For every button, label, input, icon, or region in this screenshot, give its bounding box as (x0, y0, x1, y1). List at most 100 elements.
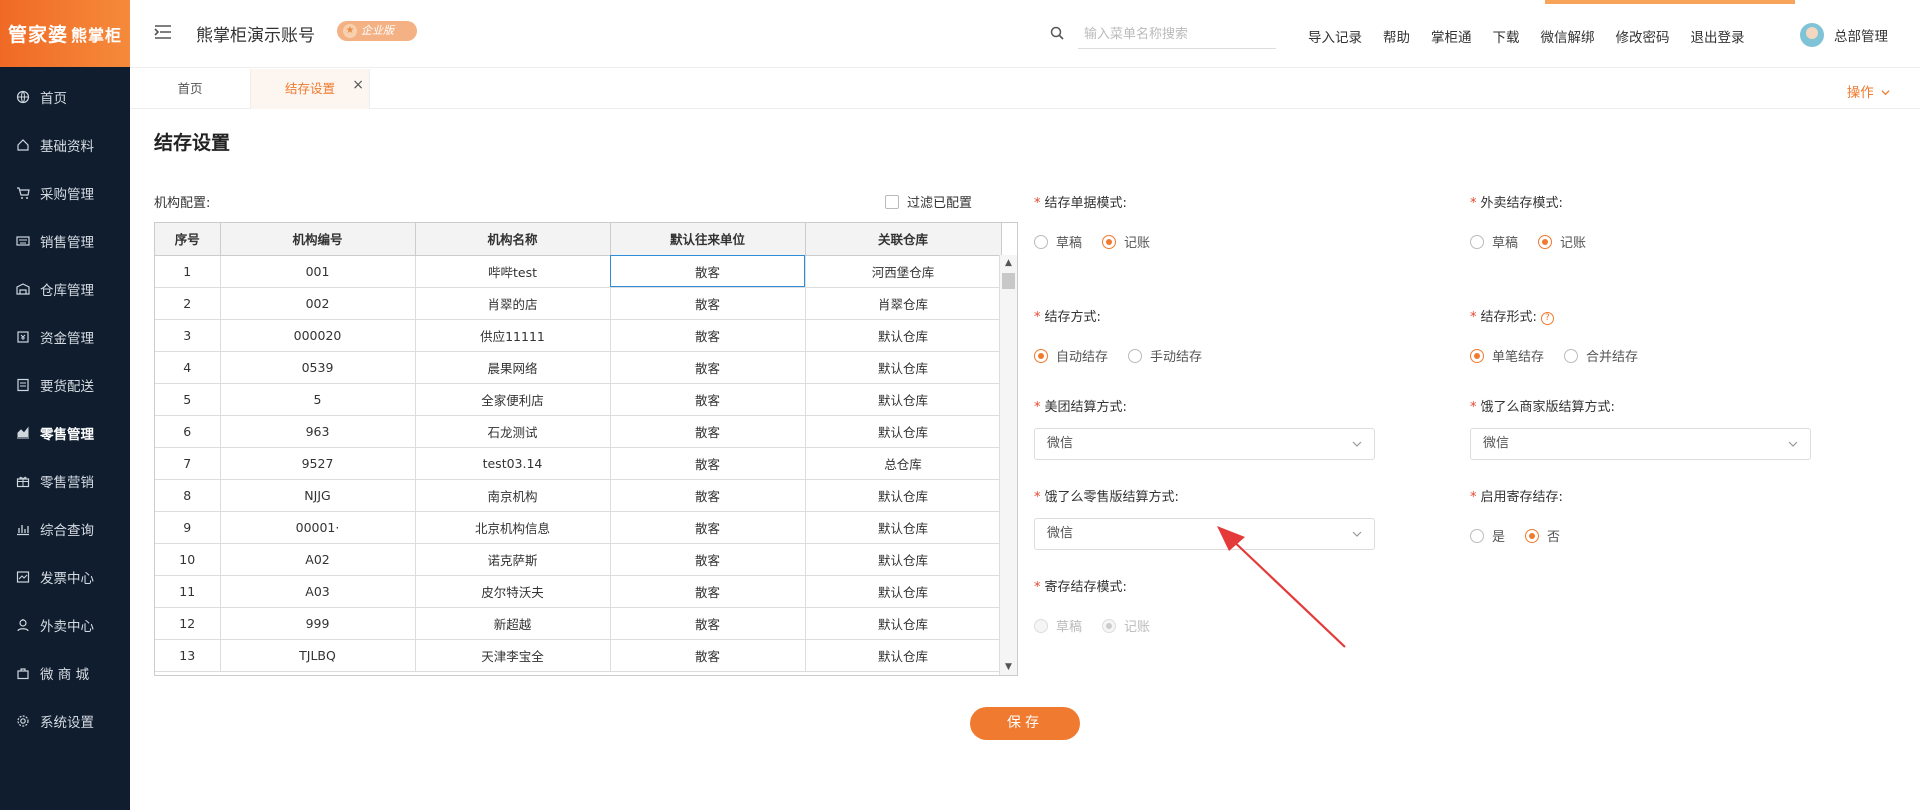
table-cell[interactable]: 13 (155, 639, 221, 672)
menu-search-input[interactable] (1078, 21, 1276, 49)
table-cell[interactable]: 散客 (610, 287, 806, 320)
operations-dropdown[interactable]: 操作 (1847, 81, 1890, 101)
tab-home[interactable]: 首页 (130, 69, 250, 109)
table-cell[interactable]: 9527 (220, 447, 416, 480)
eleme-merchant-payment-select[interactable]: 微信 (1470, 428, 1811, 460)
table-cell[interactable]: 5 (220, 383, 416, 416)
table-cell[interactable]: 肖翠仓库 (805, 287, 1002, 320)
header-link[interactable]: 掌柜通 (1431, 26, 1472, 46)
sidebar-item[interactable]: 零售管理 (0, 409, 130, 457)
table-cell[interactable]: 散客 (610, 543, 806, 576)
radio-option[interactable]: 记账 (1102, 232, 1150, 251)
table-cell[interactable]: 新超越 (415, 607, 611, 640)
table-cell[interactable]: 000020 (220, 319, 416, 352)
sidebar-item[interactable]: 基础资料 (0, 121, 130, 169)
table-cell[interactable]: 默认仓库 (805, 415, 1002, 448)
table-cell[interactable]: 默认仓库 (805, 383, 1002, 416)
table-cell[interactable]: 皮尔特沃夫 (415, 575, 611, 608)
table-cell[interactable]: 963 (220, 415, 416, 448)
sidebar-item[interactable]: 发票中心 (0, 553, 130, 601)
radio-option[interactable]: 单笔结存 (1470, 346, 1544, 365)
save-button[interactable]: 保存 (970, 707, 1080, 740)
table-cell[interactable]: 默认仓库 (805, 607, 1002, 640)
table-row[interactable]: 4 0539 晨果网络 散客 默认仓库 (155, 351, 1002, 384)
table-cell[interactable]: 总仓库 (805, 447, 1002, 480)
table-row[interactable]: 10 A02 诺克萨斯 散客 默认仓库 (155, 543, 1002, 576)
radio-option[interactable]: 自动结存 (1034, 346, 1108, 365)
radio-option[interactable]: 是 (1470, 526, 1505, 545)
table-cell[interactable]: 默认仓库 (805, 511, 1002, 544)
table-cell[interactable]: 默认仓库 (805, 543, 1002, 576)
user-menu[interactable]: 总部管理 (1800, 23, 1888, 47)
table-cell[interactable]: 散客 (610, 351, 806, 384)
sidebar-item[interactable]: 零售营销 (0, 457, 130, 505)
table-cell[interactable]: 散客 (610, 639, 806, 672)
table-cell[interactable]: 散客 (610, 319, 806, 352)
table-cell[interactable]: 石龙测试 (415, 415, 611, 448)
header-link[interactable]: 修改密码 (1616, 26, 1670, 46)
radio-option[interactable]: 否 (1525, 526, 1560, 545)
column-header[interactable]: 序号 (155, 223, 221, 256)
table-row[interactable]: 2 002 肖翠的店 散客 肖翠仓库 (155, 287, 1002, 320)
table-cell[interactable]: 1 (155, 255, 221, 288)
column-header[interactable]: 关联仓库 (805, 223, 1002, 256)
logo[interactable]: 管家婆 熊掌柜 (0, 0, 130, 67)
header-link[interactable]: 退出登录 (1691, 26, 1745, 46)
table-row[interactable]: 13 TJLBQ 天津李宝全 散客 默认仓库 (155, 639, 1002, 672)
table-cell[interactable]: NJJG (220, 479, 416, 512)
sidebar-item[interactable]: 微 商 城 (0, 649, 130, 697)
table-cell[interactable]: 散客 (610, 479, 806, 512)
table-cell[interactable]: 晨果网络 (415, 351, 611, 384)
table-cell[interactable]: 散客 (610, 607, 806, 640)
filter-configured-checkbox[interactable]: 过滤已配置 (885, 192, 972, 211)
table-cell[interactable]: 天津李宝全 (415, 639, 611, 672)
sidebar-item[interactable]: 采购管理 (0, 169, 130, 217)
table-cell[interactable]: 3 (155, 319, 221, 352)
table-cell[interactable]: 散客 (610, 255, 806, 288)
table-cell[interactable]: 7 (155, 447, 221, 480)
radio-option[interactable]: 合并结存 (1564, 346, 1638, 365)
table-cell[interactable]: 6 (155, 415, 221, 448)
table-row[interactable]: 11 A03 皮尔特沃夫 散客 默认仓库 (155, 575, 1002, 608)
sidebar-item[interactable]: 首页 (0, 73, 130, 121)
table-cell[interactable]: TJLBQ (220, 639, 416, 672)
table-cell[interactable]: 默认仓库 (805, 575, 1002, 608)
table-cell[interactable]: 诺克萨斯 (415, 543, 611, 576)
table-cell[interactable]: 999 (220, 607, 416, 640)
table-row[interactable]: 7 9527 test03.14 散客 总仓库 (155, 447, 1002, 480)
meituan-payment-select[interactable]: 微信 (1034, 428, 1375, 460)
sidebar-item[interactable]: 系统设置 (0, 697, 130, 745)
table-cell[interactable]: A03 (220, 575, 416, 608)
table-cell[interactable]: 河西堡仓库 (805, 255, 1002, 288)
menu-toggle-icon[interactable] (154, 24, 172, 40)
sidebar-item[interactable]: 销售管理 (0, 217, 130, 265)
table-cell[interactable]: 散客 (610, 511, 806, 544)
table-cell[interactable]: 2 (155, 287, 221, 320)
table-cell[interactable]: 9 (155, 511, 221, 544)
search-icon[interactable] (1050, 26, 1064, 40)
table-row[interactable]: 5 5 全家便利店 散客 默认仓库 (155, 383, 1002, 416)
scroll-down-icon[interactable]: ▼ (1000, 659, 1017, 675)
table-cell[interactable]: 散客 (610, 575, 806, 608)
table-cell[interactable]: 5 (155, 383, 221, 416)
table-cell[interactable]: 001 (220, 255, 416, 288)
table-row[interactable]: 6 963 石龙测试 散客 默认仓库 (155, 415, 1002, 448)
sidebar-item[interactable]: 外卖中心 (0, 601, 130, 649)
table-cell[interactable]: 默认仓库 (805, 479, 1002, 512)
column-header[interactable]: 默认往来单位 (610, 223, 806, 256)
sidebar-item[interactable]: 仓库管理 (0, 265, 130, 313)
table-row[interactable]: 9 00001· 北京机构信息 散客 默认仓库 (155, 511, 1002, 544)
table-row[interactable]: 1 001 哔哔test 散客 河西堡仓库 (155, 255, 1002, 288)
table-cell[interactable]: 供应11111 (415, 319, 611, 352)
table-row[interactable]: 12 999 新超越 散客 默认仓库 (155, 607, 1002, 640)
table-cell[interactable]: 哔哔test (415, 255, 611, 288)
checkbox-box[interactable] (885, 194, 899, 209)
table-cell[interactable]: 默认仓库 (805, 319, 1002, 352)
tab-settlement-settings[interactable]: 结存设置 × (250, 69, 370, 109)
table-cell[interactable]: 8 (155, 479, 221, 512)
table-cell[interactable]: 北京机构信息 (415, 511, 611, 544)
table-cell[interactable]: 0539 (220, 351, 416, 384)
table-cell[interactable]: 南京机构 (415, 479, 611, 512)
sidebar-item[interactable]: 要货配送 (0, 361, 130, 409)
column-header[interactable]: 机构名称 (415, 223, 611, 256)
